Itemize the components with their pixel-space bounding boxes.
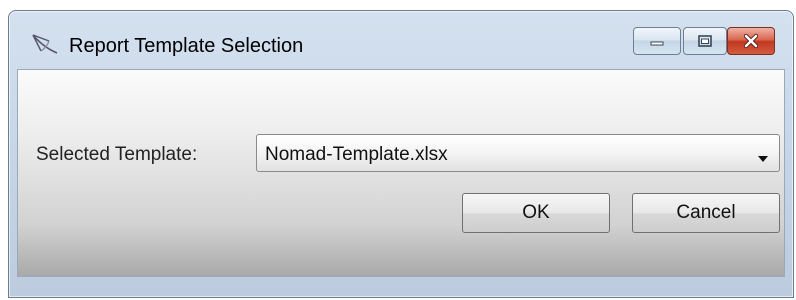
maximize-icon: [698, 35, 712, 47]
template-dropdown[interactable]: Nomad-Template.xlsx: [256, 134, 780, 172]
minimize-button[interactable]: [633, 27, 681, 55]
window-title: Report Template Selection: [69, 35, 304, 57]
minimize-icon: [650, 41, 664, 46]
maximize-button[interactable]: [683, 27, 727, 55]
dialog-window: Report Template Selection Selected Templ…: [8, 10, 794, 298]
close-button[interactable]: [727, 27, 775, 55]
ok-button[interactable]: OK: [462, 193, 610, 233]
dialog-content: Selected Template: Nomad-Template.xlsx O…: [17, 69, 785, 277]
chevron-down-icon: [757, 150, 769, 168]
title-bar[interactable]: Report Template Selection: [9, 11, 793, 71]
template-dropdown-value: Nomad-Template.xlsx: [265, 144, 448, 165]
selected-template-label: Selected Template:: [36, 144, 198, 165]
cancel-button[interactable]: Cancel: [632, 193, 780, 233]
close-icon: [743, 33, 759, 49]
satellite-dish-icon: [29, 31, 63, 57]
